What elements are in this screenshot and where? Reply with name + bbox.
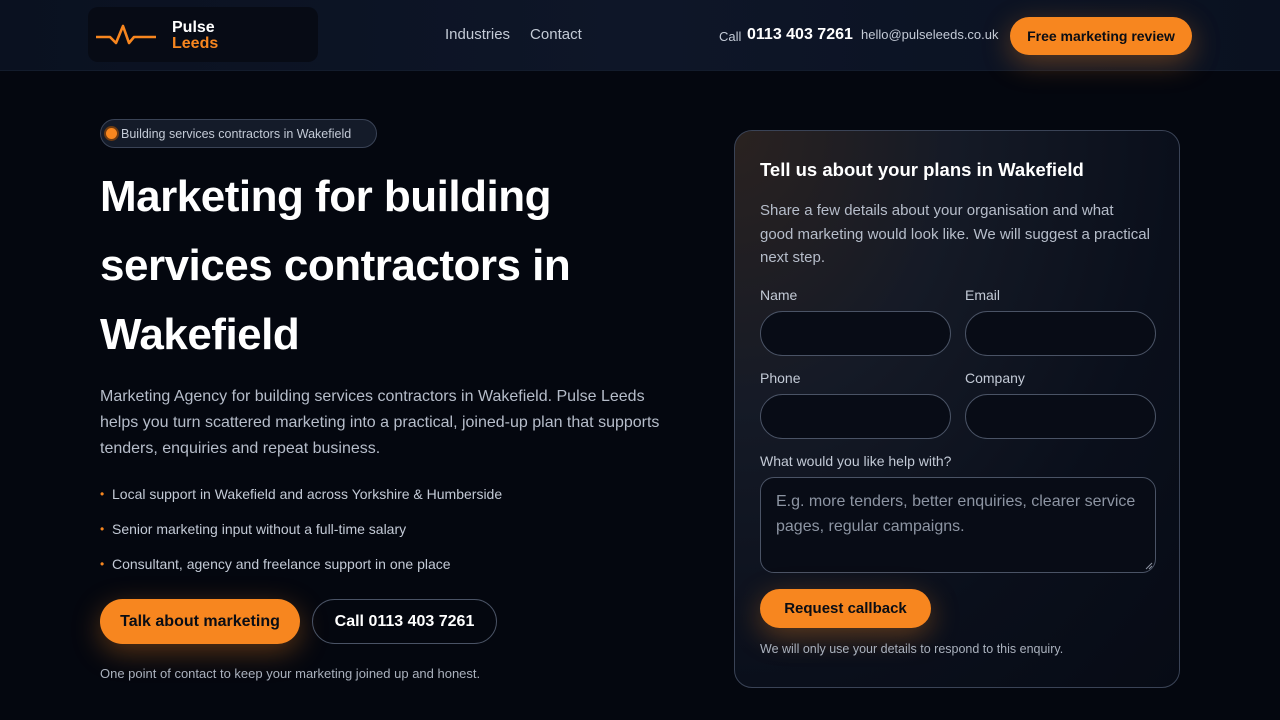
badge-text: Building services contractors in Wakefie…: [121, 126, 352, 141]
email-label: Email: [965, 287, 1001, 303]
enquiry-form-card: Tell us about your plans in Wakefield Sh…: [734, 130, 1180, 688]
badge-dot-icon: [106, 128, 117, 139]
bullet-text: Local support in Wakefield and across Yo…: [112, 486, 503, 502]
phone-label: Phone: [760, 370, 801, 386]
hero-description: Marketing Agency for building services c…: [100, 388, 660, 457]
benefit-list: • Local support in Wakefield and across Y…: [100, 484, 502, 589]
hero-note: One point of contact to keep your market…: [100, 666, 481, 681]
talk-about-marketing-button[interactable]: Talk about marketing: [100, 599, 300, 644]
nav-link-industries[interactable]: Industries: [445, 26, 510, 43]
email-field[interactable]: [965, 311, 1156, 356]
name-label: Name: [760, 287, 798, 303]
bullet-text: Consultant, agency and freelance support…: [112, 556, 451, 572]
help-label: What would you like help with?: [760, 453, 952, 469]
list-item: • Local support in Wakefield and across Y…: [100, 484, 502, 519]
site-header: Pulse Leeds Industries Contact Call 0113…: [0, 0, 1280, 71]
form-description: Share a few details about your organisat…: [760, 202, 1150, 266]
company-label: Company: [965, 370, 1025, 386]
header-phone-link[interactable]: 0113 403 7261: [747, 26, 853, 44]
pulse-wave-icon: [96, 24, 156, 45]
hero-badge: Building services contractors in Wakefie…: [100, 119, 377, 148]
free-review-button[interactable]: Free marketing review: [1010, 17, 1192, 55]
main-nav: Industries Contact: [445, 26, 582, 43]
help-placeholder: E.g. more tenders, better enquiries, cle…: [776, 493, 1136, 535]
bullet-icon: •: [100, 487, 105, 501]
request-callback-button[interactable]: Request callback: [760, 589, 931, 628]
company-field[interactable]: [965, 394, 1156, 439]
logo-text: Pulse Leeds: [172, 20, 218, 52]
resize-handle-icon[interactable]: [1145, 562, 1153, 570]
list-item: • Senior marketing input without a full-t…: [100, 519, 502, 554]
name-field[interactable]: [760, 311, 951, 356]
help-textarea[interactable]: E.g. more tenders, better enquiries, cle…: [760, 477, 1156, 573]
phone-field[interactable]: [760, 394, 951, 439]
header-email-link[interactable]: hello@pulseleeds.co.uk: [861, 27, 999, 42]
hero-title: Marketing for building services contract…: [100, 172, 571, 359]
logo-line1: Pulse: [172, 19, 215, 36]
bullet-icon: •: [100, 557, 105, 571]
list-item: • Consultant, agency and freelance suppor…: [100, 554, 502, 589]
call-phone-button[interactable]: Call 0113 403 7261: [312, 599, 497, 644]
logo-link[interactable]: Pulse Leeds: [88, 7, 318, 62]
bullet-icon: •: [100, 522, 105, 536]
form-title: Tell us about your plans in Wakefield: [760, 159, 1084, 180]
call-label: Call: [719, 29, 742, 44]
nav-link-contact[interactable]: Contact: [530, 26, 582, 43]
privacy-note: We will only use your details to respond…: [760, 642, 1064, 656]
logo-line2: Leeds: [172, 35, 219, 52]
bullet-text: Senior marketing input without a full-ti…: [112, 521, 407, 537]
